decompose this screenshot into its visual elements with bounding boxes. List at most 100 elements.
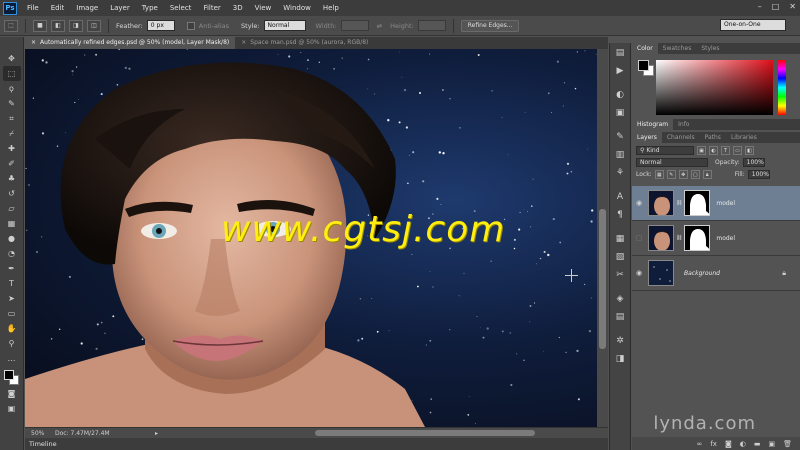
layer-row-model-2[interactable]: ▢ ⛓︎ model	[632, 221, 800, 256]
more-tools-icon[interactable]: …	[3, 351, 21, 366]
vertical-scroll-thumb[interactable]	[599, 209, 606, 349]
menu-view[interactable]: View	[249, 4, 278, 12]
hue-slider[interactable]	[778, 60, 786, 115]
tab-paths[interactable]: Paths	[700, 132, 726, 143]
layer-filter-kind-select[interactable]: ⚲ Kind	[636, 146, 694, 155]
brush-panel-icon[interactable]: ✎	[612, 129, 628, 145]
menu-type[interactable]: Type	[136, 4, 164, 12]
subtract-selection-icon[interactable]: ◨	[69, 19, 83, 32]
tab-histogram[interactable]: Histogram	[632, 119, 674, 130]
foreground-color-swatch[interactable]	[3, 370, 14, 380]
menu-file[interactable]: File	[21, 4, 45, 12]
layer-row-model-1[interactable]: ◉ ⛓︎ model	[632, 186, 800, 221]
filter-shape-icon[interactable]: ▭	[733, 146, 742, 155]
link-layers-icon[interactable]: ∞	[697, 440, 703, 448]
new-layer-icon[interactable]: ▣	[768, 440, 775, 448]
close-tab-icon[interactable]: ×	[241, 37, 246, 49]
close-tab-icon[interactable]: ×	[31, 37, 36, 49]
measurement-panel-icon[interactable]: ▧	[612, 249, 628, 265]
tab-color[interactable]: Color	[632, 43, 658, 54]
antialias-checkbox[interactable]	[186, 21, 195, 30]
path-select-tool-icon[interactable]: ➤	[3, 291, 21, 306]
tab-styles[interactable]: Styles	[696, 43, 724, 54]
tab-channels[interactable]: Channels	[662, 132, 700, 143]
lock-artboard-icon[interactable]: ▢	[690, 170, 700, 179]
lock-transparency-icon[interactable]: ▦	[654, 170, 664, 179]
zoom-tool-icon[interactable]: ⚲	[3, 336, 21, 351]
hand-tool-icon[interactable]: ✋	[3, 321, 21, 336]
brush-tool-icon[interactable]: ✐	[3, 156, 21, 171]
layer-thumbnail[interactable]	[648, 260, 674, 286]
visibility-off-icon[interactable]: ▢	[632, 234, 646, 242]
history-panel-icon[interactable]: ▤	[612, 45, 628, 61]
pen-tool-icon[interactable]: ✒	[3, 261, 21, 276]
filter-smart-object-icon[interactable]: ◧	[745, 146, 754, 155]
add-mask-icon[interactable]: ◙	[725, 440, 732, 448]
timeline-panel-tab[interactable]: Timeline	[25, 438, 608, 450]
blur-tool-icon[interactable]: ●	[3, 231, 21, 246]
color-swatches[interactable]	[2, 368, 22, 386]
maximize-icon[interactable]: □	[772, 2, 780, 11]
opacity-input[interactable]: 100%	[742, 158, 765, 167]
vertical-scrollbar[interactable]	[597, 49, 608, 427]
marquee-tool-icon[interactable]: ⬚	[2, 66, 21, 81]
document-canvas[interactable]: www.cgtsj.com	[25, 49, 597, 427]
swatches-icon[interactable]: ◨	[612, 351, 628, 367]
adjustments-panel-icon[interactable]: ◐	[612, 87, 628, 103]
status-menu-arrow-icon[interactable]: ▸	[155, 430, 158, 437]
horizontal-scroll-thumb[interactable]	[315, 430, 535, 436]
tool-presets-icon[interactable]: ✂	[612, 267, 628, 283]
menu-edit[interactable]: Edit	[45, 4, 71, 12]
chain-link-icon[interactable]: ⛓︎	[676, 235, 682, 241]
fill-input[interactable]: 100%	[747, 170, 770, 179]
menu-filter[interactable]: Filter	[197, 4, 226, 12]
eyedropper-tool-icon[interactable]: ⌿	[3, 126, 21, 141]
minimize-icon[interactable]: –	[758, 2, 762, 11]
panel-foreground-swatch[interactable]	[638, 60, 649, 71]
tab-refined-edges[interactable]: × Automatically refined edges.psd @ 50% …	[25, 37, 236, 49]
properties-panel-icon[interactable]: ▣	[612, 105, 628, 121]
marquee-preset-icon[interactable]: ⬚	[4, 19, 18, 32]
zoom-level[interactable]: 50%	[25, 430, 55, 437]
character-panel-icon[interactable]: A	[612, 189, 628, 205]
rectangle-tool-icon[interactable]: ▭	[3, 306, 21, 321]
menu-window[interactable]: Window	[277, 4, 317, 12]
style-select[interactable]: Normal	[263, 20, 306, 31]
type-tool-icon[interactable]: T	[3, 276, 21, 291]
layer-thumbnail[interactable]	[648, 225, 674, 251]
layer-style-icon[interactable]: fx	[710, 440, 717, 448]
new-adjustment-icon[interactable]: ◐	[740, 440, 746, 448]
clone-stamp-tool-icon[interactable]: ♣	[3, 171, 21, 186]
intersect-selection-icon[interactable]: ◫	[87, 19, 101, 32]
filter-type-icon[interactable]: T	[721, 146, 730, 155]
brush-presets-icon[interactable]: ▥	[612, 147, 628, 163]
swap-icon[interactable]: ⇄	[377, 22, 382, 30]
tab-layers[interactable]: Layers	[632, 132, 662, 143]
width-input[interactable]	[340, 20, 369, 31]
tab-libraries[interactable]: Libraries	[726, 132, 762, 143]
delete-layer-icon[interactable]: 🗑︎	[783, 440, 792, 448]
lock-all-icon[interactable]: 🔒︎	[702, 170, 712, 179]
menu-image[interactable]: Image	[70, 4, 104, 12]
crop-tool-icon[interactable]: ⌗	[3, 111, 21, 126]
layer-row-background[interactable]: ◉ Background 🔒︎	[632, 256, 800, 291]
layer-name[interactable]: model	[716, 200, 735, 207]
gradient-tool-icon[interactable]: ▦	[3, 216, 21, 231]
filter-adjustment-icon[interactable]: ◐	[709, 146, 718, 155]
menu-help[interactable]: Help	[317, 4, 345, 12]
layer-mask-thumbnail[interactable]	[684, 190, 711, 216]
menu-3d[interactable]: 3D	[227, 4, 249, 12]
feather-input[interactable]: 0 px	[146, 20, 175, 31]
navigator-icon[interactable]: ✲	[612, 333, 628, 349]
layer-name[interactable]: Background	[684, 270, 720, 277]
lock-position-icon[interactable]: ✥	[678, 170, 688, 179]
filter-pixel-icon[interactable]: ▣	[697, 146, 706, 155]
workspace-select[interactable]: One-on-One	[720, 19, 786, 31]
history-brush-tool-icon[interactable]: ↺	[3, 186, 21, 201]
3d-panel-icon[interactable]: ◈	[612, 291, 628, 307]
lasso-tool-icon[interactable]: ϙ	[3, 81, 21, 96]
paragraph-panel-icon[interactable]: ¶	[612, 207, 628, 223]
new-selection-icon[interactable]: ■	[33, 19, 47, 32]
tab-space-man[interactable]: × Space man.psd @ 50% (aurora, RGB/8)	[235, 37, 374, 49]
quick-select-tool-icon[interactable]: ✎	[3, 96, 21, 111]
